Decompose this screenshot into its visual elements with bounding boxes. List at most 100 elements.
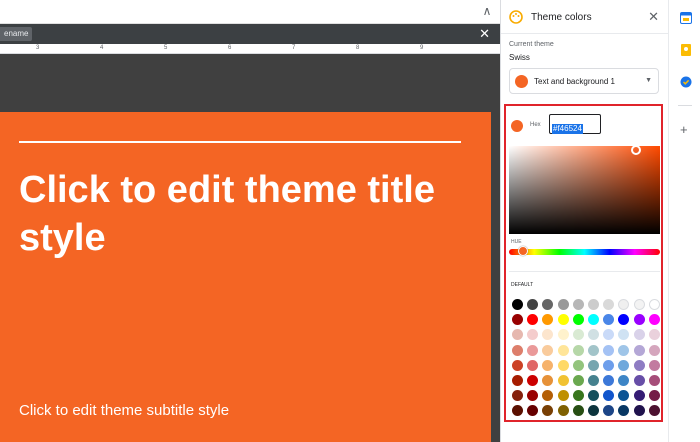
palette-swatch[interactable] [571, 358, 586, 373]
palette-swatch[interactable] [556, 358, 571, 373]
palette-swatch[interactable] [571, 343, 586, 358]
palette-swatch[interactable] [601, 297, 616, 312]
palette-swatch[interactable] [571, 297, 586, 312]
palette-swatch[interactable] [556, 312, 571, 327]
slide-subtitle-placeholder[interactable]: Click to edit theme subtitle style [19, 402, 229, 419]
palette-swatch[interactable] [556, 388, 571, 403]
close-panel-icon[interactable]: ✕ [648, 9, 659, 25]
current-theme-label: Current theme [509, 41, 554, 48]
palette-swatch[interactable] [601, 388, 616, 403]
palette-swatch[interactable] [540, 327, 555, 342]
palette-swatch[interactable] [647, 297, 662, 312]
palette-swatch[interactable] [601, 373, 616, 388]
palette-swatch[interactable] [632, 358, 647, 373]
palette-swatch[interactable] [601, 312, 616, 327]
palette-swatch[interactable] [510, 373, 525, 388]
palette-swatch[interactable] [540, 343, 555, 358]
palette-swatch[interactable] [647, 373, 662, 388]
palette-swatch[interactable] [616, 312, 631, 327]
palette-swatch[interactable] [601, 343, 616, 358]
palette-swatch[interactable] [540, 388, 555, 403]
palette-swatch[interactable] [525, 388, 540, 403]
palette-swatch[interactable] [616, 327, 631, 342]
palette-swatch[interactable] [632, 297, 647, 312]
palette-swatch[interactable] [586, 343, 601, 358]
palette-swatch[interactable] [556, 373, 571, 388]
hue-slider[interactable] [509, 249, 660, 255]
palette-swatch[interactable] [632, 343, 647, 358]
close-theme-editor-icon[interactable]: ✕ [479, 26, 490, 42]
saturation-value-area[interactable] [509, 146, 660, 234]
palette-swatch[interactable] [510, 358, 525, 373]
palette-swatch[interactable] [647, 358, 662, 373]
palette-swatch[interactable] [540, 358, 555, 373]
palette-swatch[interactable] [647, 312, 662, 327]
palette-swatch[interactable] [586, 312, 601, 327]
palette-swatch[interactable] [632, 312, 647, 327]
palette-swatch[interactable] [647, 327, 662, 342]
palette-swatch[interactable] [525, 312, 540, 327]
palette-swatch[interactable] [616, 297, 631, 312]
palette-swatch[interactable] [601, 358, 616, 373]
palette-swatch[interactable] [556, 297, 571, 312]
palette-swatch[interactable] [540, 312, 555, 327]
palette-swatch[interactable] [510, 343, 525, 358]
palette-swatch[interactable] [647, 388, 662, 403]
hue-slider-handle[interactable] [518, 246, 528, 256]
palette-swatch[interactable] [571, 312, 586, 327]
palette-swatch[interactable] [525, 403, 540, 418]
hex-input[interactable]: #f46524 [549, 114, 601, 134]
swatch-dot [588, 390, 600, 402]
palette-swatch[interactable] [556, 327, 571, 342]
slide-title-placeholder[interactable]: Click to edit theme title style [19, 166, 449, 262]
palette-swatch[interactable] [571, 327, 586, 342]
palette-swatch[interactable] [601, 403, 616, 418]
palette-swatch[interactable] [586, 403, 601, 418]
add-addon-icon[interactable]: + [680, 123, 688, 136]
rail-divider [678, 105, 692, 106]
palette-swatch[interactable] [510, 388, 525, 403]
palette-swatch[interactable] [616, 358, 631, 373]
palette-swatch[interactable] [571, 373, 586, 388]
palette-swatch[interactable] [632, 327, 647, 342]
palette-swatch[interactable] [510, 327, 525, 342]
palette-swatch[interactable] [647, 403, 662, 418]
palette-swatch[interactable] [586, 297, 601, 312]
palette-swatch[interactable] [571, 388, 586, 403]
palette-swatch[interactable] [525, 297, 540, 312]
palette-swatch[interactable] [540, 297, 555, 312]
palette-swatch[interactable] [556, 403, 571, 418]
palette-swatch[interactable] [586, 327, 601, 342]
theme-slide[interactable]: Click to edit theme title style Click to… [0, 112, 491, 442]
keep-icon[interactable] [680, 44, 692, 56]
palette-swatch[interactable] [586, 358, 601, 373]
palette-swatch[interactable] [510, 312, 525, 327]
palette-swatch[interactable] [510, 403, 525, 418]
palette-swatch[interactable] [632, 373, 647, 388]
palette-swatch[interactable] [616, 388, 631, 403]
palette-swatch[interactable] [525, 343, 540, 358]
palette-swatch[interactable] [525, 327, 540, 342]
palette-swatch[interactable] [616, 373, 631, 388]
tasks-icon[interactable] [680, 76, 692, 88]
palette-swatch[interactable] [632, 403, 647, 418]
palette-swatch[interactable] [616, 403, 631, 418]
palette-swatch[interactable] [616, 343, 631, 358]
palette-swatch[interactable] [586, 388, 601, 403]
color-role-dropdown[interactable]: Text and background 1 ▼ [509, 68, 659, 94]
saturation-handle[interactable] [631, 145, 641, 155]
palette-swatch[interactable] [540, 403, 555, 418]
palette-swatch[interactable] [571, 403, 586, 418]
palette-swatch[interactable] [525, 358, 540, 373]
calendar-icon[interactable] [680, 12, 692, 24]
palette-swatch[interactable] [525, 373, 540, 388]
collapse-icon[interactable]: ∧ [480, 4, 494, 18]
palette-swatch[interactable] [510, 297, 525, 312]
palette-swatch[interactable] [586, 373, 601, 388]
palette-swatch[interactable] [540, 373, 555, 388]
palette-swatch[interactable] [632, 388, 647, 403]
palette-swatch[interactable] [647, 343, 662, 358]
palette-swatch[interactable] [556, 343, 571, 358]
rename-tab[interactable]: ename [0, 27, 33, 41]
palette-swatch[interactable] [601, 327, 616, 342]
